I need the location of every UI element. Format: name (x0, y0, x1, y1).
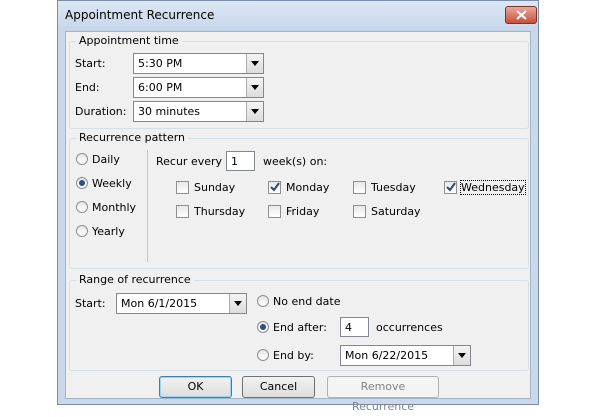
range-of-recurrence-heading: Range of recurrence (76, 273, 194, 286)
chevron-down-icon (234, 301, 242, 306)
chevron-down-icon (251, 109, 259, 114)
friday-label[interactable]: Friday (286, 205, 319, 218)
recur-every-value: 1 (231, 155, 238, 168)
tuesday-label[interactable]: Tuesday (371, 181, 416, 194)
end-by-radio[interactable] (257, 349, 269, 361)
thursday-label[interactable]: Thursday (194, 205, 245, 218)
no-end-date-radio[interactable] (257, 295, 269, 307)
start-time-label: Start: (75, 57, 106, 70)
daily-radio[interactable] (76, 153, 88, 165)
dialog-title: Appointment Recurrence (65, 8, 215, 22)
ok-button[interactable]: OK (159, 376, 232, 398)
tuesday-checkbox[interactable] (353, 181, 366, 194)
thursday-checkbox[interactable] (176, 205, 189, 218)
monday-label[interactable]: Monday (286, 181, 329, 194)
sunday-checkbox[interactable] (176, 181, 189, 194)
no-end-date-label[interactable]: No end date (273, 295, 340, 308)
wednesday-checkbox[interactable] (444, 181, 457, 194)
duration-value: 30 minutes (138, 105, 201, 118)
occurrences-label: occurrences (376, 321, 443, 334)
end-after-value: 4 (345, 321, 352, 334)
end-by-value: Mon 6/22/2015 (345, 349, 429, 362)
saturday-checkbox[interactable] (353, 205, 366, 218)
dialog-body: Appointment time Start: 5:30 PM End: 6:0… (65, 31, 531, 413)
end-time-select[interactable]: 6:00 PM (133, 77, 264, 98)
title-bar[interactable]: Appointment Recurrence (58, 1, 538, 31)
sunday-label[interactable]: Sunday (194, 181, 235, 194)
pattern-divider (147, 150, 148, 262)
monthly-radio[interactable] (76, 201, 88, 213)
close-icon (516, 10, 527, 20)
end-by-dropdown-button[interactable] (453, 346, 470, 365)
start-time-value: 5:30 PM (138, 57, 183, 70)
yearly-label[interactable]: Yearly (92, 225, 125, 238)
range-start-label: Start: (75, 297, 106, 310)
start-time-dropdown-button[interactable] (246, 54, 263, 73)
remove-recurrence-button[interactable]: Remove Recurrence (327, 376, 439, 413)
duration-select[interactable]: 30 minutes (133, 101, 264, 122)
saturday-label[interactable]: Saturday (371, 205, 421, 218)
weeks-on-label: week(s) on: (263, 155, 328, 168)
end-time-value: 6:00 PM (138, 81, 183, 94)
recur-every-label: Recur every (156, 155, 223, 168)
duration-label: Duration: (75, 105, 127, 118)
end-time-dropdown-button[interactable] (246, 78, 263, 97)
wednesday-label[interactable]: Wednesday (460, 180, 526, 195)
yearly-radio[interactable] (76, 225, 88, 237)
checkmark-icon (446, 182, 456, 192)
range-start-select[interactable]: Mon 6/1/2015 (116, 293, 247, 314)
end-after-input[interactable]: 4 (340, 317, 369, 337)
monthly-label[interactable]: Monthly (92, 201, 136, 214)
cancel-button[interactable]: Cancel (242, 376, 315, 398)
chevron-down-icon (458, 353, 466, 358)
monday-checkbox[interactable] (268, 181, 281, 194)
close-button[interactable] (505, 6, 537, 24)
duration-dropdown-button[interactable] (246, 102, 263, 121)
chevron-down-icon (251, 85, 259, 90)
end-by-select[interactable]: Mon 6/22/2015 (340, 345, 471, 366)
recur-every-input[interactable]: 1 (226, 151, 255, 171)
range-start-dropdown-button[interactable] (229, 294, 246, 313)
end-time-label: End: (75, 81, 100, 94)
appointment-time-heading: Appointment time (76, 34, 182, 47)
end-by-label[interactable]: End by: (273, 349, 314, 362)
daily-label[interactable]: Daily (92, 153, 120, 166)
range-start-value: Mon 6/1/2015 (121, 297, 198, 310)
recurrence-pattern-heading: Recurrence pattern (76, 131, 189, 144)
end-after-radio[interactable] (257, 321, 269, 333)
chevron-down-icon (251, 61, 259, 66)
friday-checkbox[interactable] (268, 205, 281, 218)
end-after-label[interactable]: End after: (273, 321, 327, 334)
weekly-label[interactable]: Weekly (92, 177, 132, 190)
checkmark-icon (270, 182, 280, 192)
weekly-radio[interactable] (76, 177, 88, 189)
appointment-recurrence-dialog: Appointment Recurrence Appointment time … (57, 0, 539, 413)
start-time-select[interactable]: 5:30 PM (133, 53, 264, 74)
